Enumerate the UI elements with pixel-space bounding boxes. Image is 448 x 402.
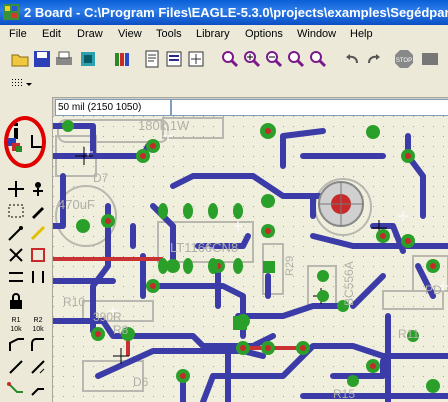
title-bar: 2 Board - C:\Program Files\EAGLE-5.3.0\p… — [0, 0, 448, 25]
menu-library[interactable]: Library — [196, 28, 230, 40]
zoom-select-icon[interactable] — [308, 49, 328, 69]
menu-window[interactable]: Window — [297, 28, 336, 40]
menu-file[interactable]: File — [9, 28, 27, 40]
redraw-icon[interactable] — [286, 49, 306, 69]
label-d6: D6 — [133, 375, 149, 389]
delete-icon[interactable] — [6, 245, 26, 265]
menu-bar: File Edit Draw View Tools Library Option… — [0, 25, 448, 45]
coordinate-display: 50 mil (2150 1050) — [55, 99, 171, 116]
label-d7: D7 — [93, 171, 109, 185]
script-icon[interactable] — [142, 49, 162, 69]
go-icon[interactable] — [420, 49, 440, 69]
split-icon[interactable] — [28, 223, 48, 243]
label-r8: R8 — [113, 323, 129, 337]
menu-draw[interactable]: Draw — [77, 28, 103, 40]
use-library-icon[interactable] — [112, 49, 132, 69]
label-r29: R29 — [284, 256, 296, 276]
route-icon[interactable] — [28, 357, 48, 377]
menu-help[interactable]: Help — [350, 28, 373, 40]
open-icon[interactable] — [10, 49, 30, 69]
label-390r: 390R — [93, 310, 122, 324]
grid-icon[interactable] — [10, 77, 34, 93]
replace-icon[interactable] — [28, 267, 48, 287]
command-line-input[interactable] — [171, 99, 448, 116]
undo-icon[interactable] — [342, 49, 362, 69]
menu-options[interactable]: Options — [245, 28, 283, 40]
main-toolbar: STOP — [0, 45, 448, 74]
zoom-out-icon[interactable] — [264, 49, 284, 69]
pinswap-icon[interactable] — [6, 267, 26, 287]
menu-view[interactable]: View — [118, 28, 142, 40]
run-ulp-icon[interactable] — [164, 49, 184, 69]
schematic-icon[interactable] — [186, 49, 206, 69]
cam-processor-icon[interactable] — [78, 49, 98, 69]
stop-icon[interactable]: STOP — [394, 49, 414, 69]
group-icon[interactable] — [6, 201, 26, 221]
menu-tools[interactable]: Tools — [156, 28, 182, 40]
board-canvas[interactable]: 180k 1W LT1166CN8 470uF BC556A R29 R11 R… — [53, 116, 448, 402]
copy-icon[interactable] — [28, 179, 48, 199]
name-icon[interactable]: R110k — [6, 313, 26, 333]
paste-icon[interactable] — [6, 223, 26, 243]
optimize-icon[interactable] — [6, 357, 26, 377]
svg-text:STOP: STOP — [396, 58, 412, 64]
zoom-in-icon[interactable] — [242, 49, 262, 69]
label-lt1166cn8: LT1166CN8 — [170, 240, 238, 255]
lock-icon[interactable] — [6, 291, 26, 311]
label-bc556a: BC556A — [342, 261, 356, 306]
miter-icon[interactable] — [6, 335, 26, 355]
svg-text:10k: 10k — [10, 326, 22, 333]
move-icon[interactable] — [6, 179, 26, 199]
save-icon[interactable] — [32, 49, 52, 69]
label-470uf: 470uF — [58, 197, 95, 212]
label-r15: R15 — [333, 387, 355, 401]
label-r10: R10 — [63, 295, 85, 309]
redo-icon[interactable] — [364, 49, 384, 69]
eagle-app-icon[interactable] — [3, 4, 19, 20]
parameter-toolbar — [0, 73, 448, 98]
wire-icon[interactable] — [28, 379, 48, 399]
svg-text:R1: R1 — [12, 317, 21, 324]
menu-edit[interactable]: Edit — [42, 28, 61, 40]
label-r11: R11 — [398, 327, 419, 341]
change-icon[interactable] — [28, 201, 48, 221]
zoom-fit-icon[interactable] — [220, 49, 240, 69]
add-icon[interactable] — [28, 245, 48, 265]
window-title: 2 Board - C:\Program Files\EAGLE-5.3.0\p… — [24, 5, 448, 20]
svg-text:R2: R2 — [34, 317, 43, 324]
label-180k-1w: 180k 1W — [138, 118, 190, 133]
split-wire-icon[interactable] — [28, 335, 48, 355]
highlight-circle — [4, 116, 46, 168]
value-icon[interactable]: R210k — [28, 313, 48, 333]
pcb-drawing: 180k 1W LT1166CN8 470uF BC556A R29 R11 R… — [53, 116, 448, 402]
svg-text:10k: 10k — [32, 326, 44, 333]
print-icon[interactable] — [54, 49, 74, 69]
label-pd: PD — [425, 283, 442, 297]
ripup-icon[interactable] — [6, 379, 26, 399]
